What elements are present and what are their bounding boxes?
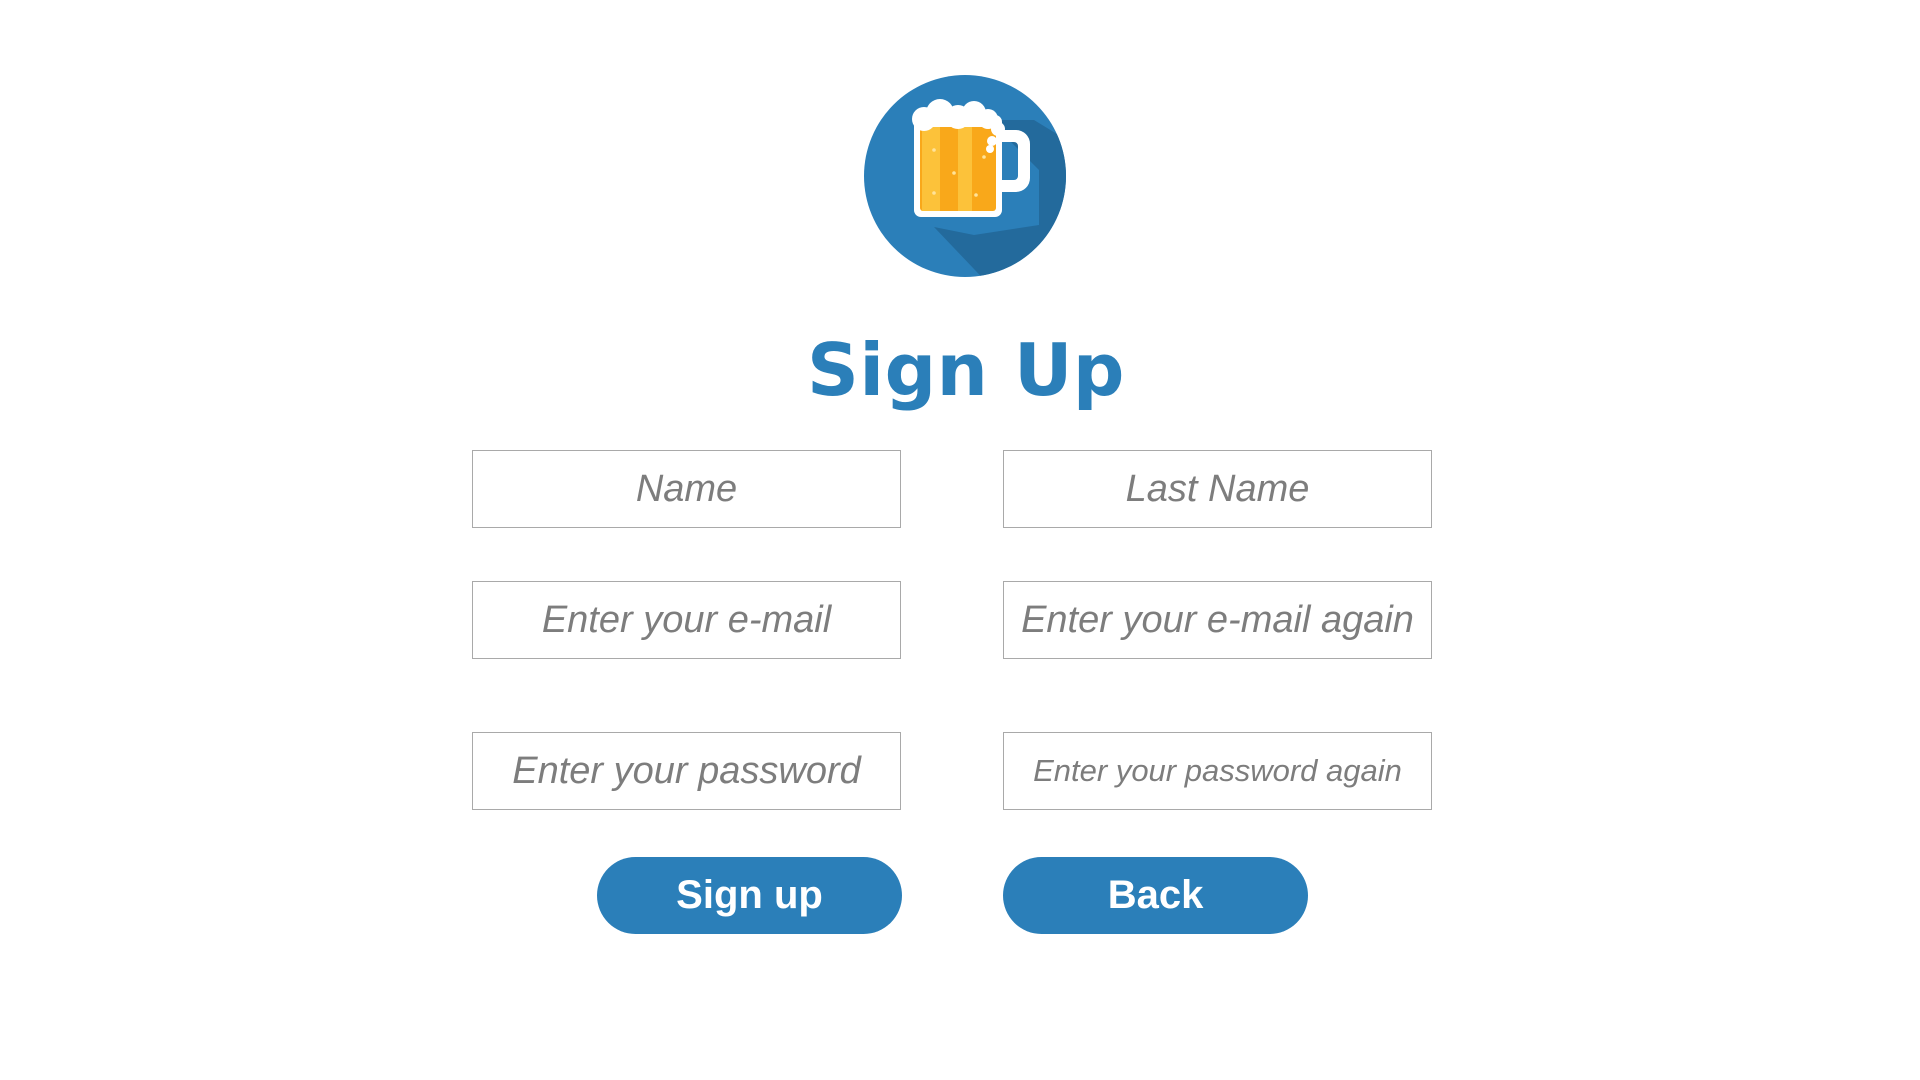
beer-mug-icon	[864, 75, 1066, 277]
password-input[interactable]	[472, 732, 901, 810]
sign-up-button[interactable]: Sign up	[597, 857, 902, 934]
page-title: Sign Up	[807, 328, 1125, 412]
back-button[interactable]: Back	[1003, 857, 1308, 934]
last-name-input[interactable]	[1003, 450, 1432, 528]
name-input[interactable]	[472, 450, 901, 528]
beer-highlight	[922, 121, 940, 211]
email-confirm-input[interactable]	[1003, 581, 1432, 659]
email-input[interactable]	[472, 581, 901, 659]
beer-highlight-2	[958, 121, 972, 211]
logo	[864, 75, 1066, 277]
password-confirm-input[interactable]	[1003, 732, 1432, 810]
